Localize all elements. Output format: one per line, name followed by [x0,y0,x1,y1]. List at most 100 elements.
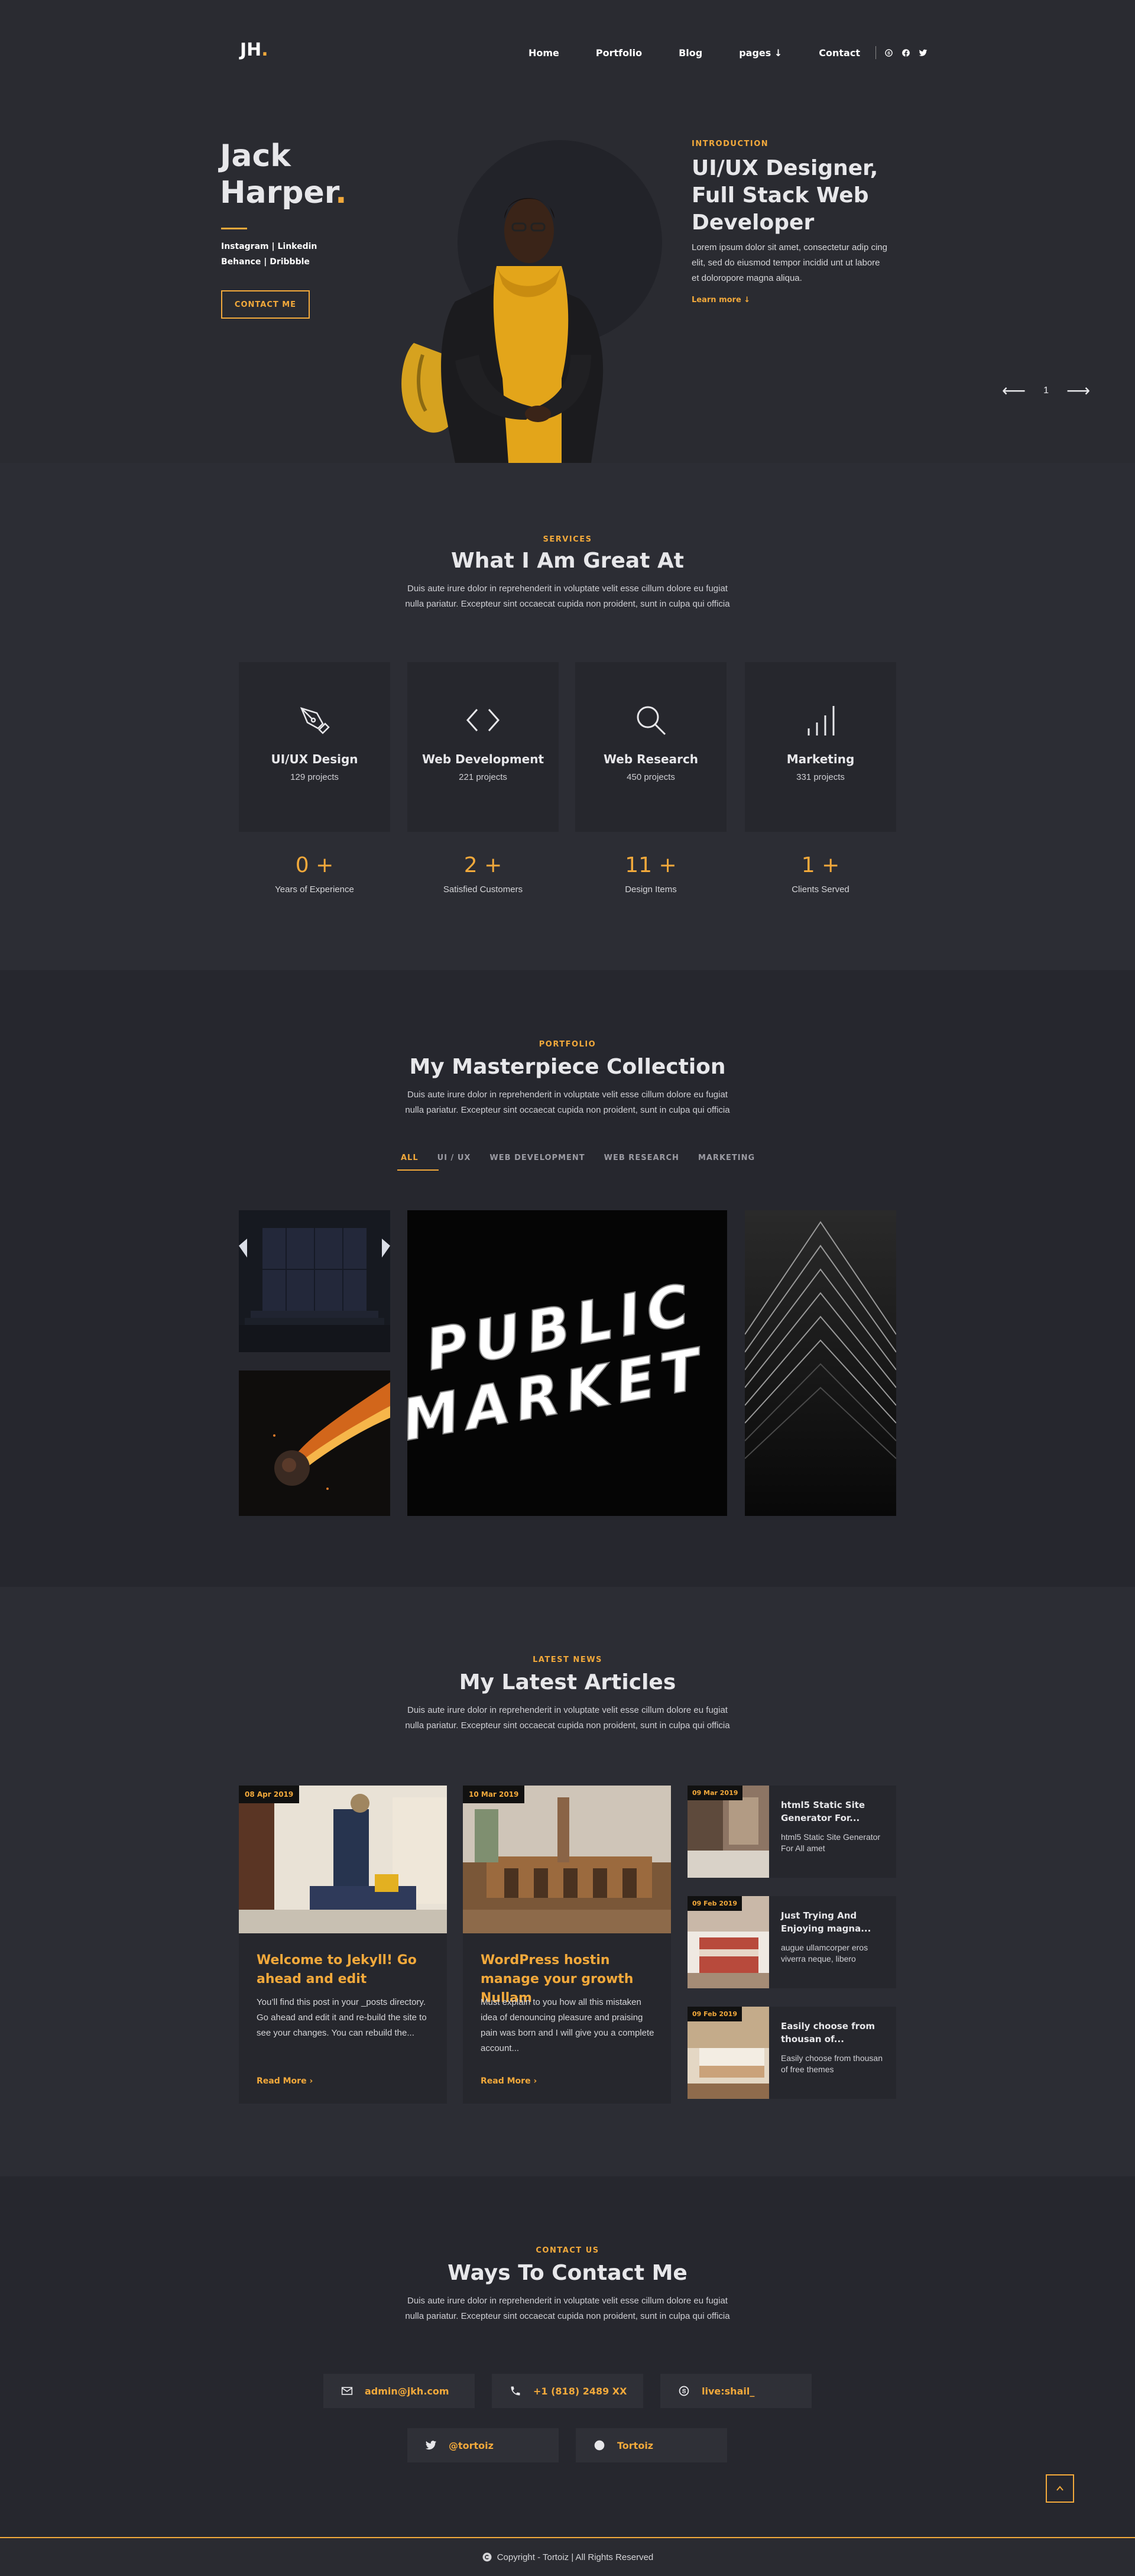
post-card[interactable]: 08 Apr 2019 Welcome to Jekyll! Go ahead … [239,1786,447,2104]
slider-page-number: 1 [1043,385,1049,396]
stat-label: Design Items [625,884,677,895]
slider-prev-arrow-icon[interactable]: ⟵ [1002,383,1026,399]
contact-twitter-button[interactable]: @tortoiz [407,2428,559,2462]
service-card-marketing[interactable]: Marketing 331 projects [745,662,896,832]
copyright-icon [482,2552,492,2562]
chevron-up-icon [1056,2486,1063,2491]
contact-kicker: CONTACT US [536,2246,599,2255]
read-more-link[interactable]: Read More › [481,2076,537,2086]
post-date-badge: 08 Apr 2019 [239,1786,300,1803]
mini-post-image: 09 Mar 2019 [688,1786,769,1878]
contact-phone-button[interactable]: +1 (818) 2489 XX [492,2374,643,2408]
envelope-icon [341,2387,353,2395]
portfolio-item-fire[interactable] [239,1370,390,1516]
hero-last-name: Harper [220,175,335,210]
mini-post-card[interactable]: 09 Feb 2019 Just Trying And Enjoying mag… [688,1896,896,1988]
contact-me-button[interactable]: CONTACT ME [221,290,310,319]
hero-links-line-2[interactable]: Behance | Dribbble [221,254,317,270]
read-more-link[interactable]: Read More › [257,2076,313,2086]
intro-title: UI/UX Designer, Full Stack Web Developer [692,156,878,235]
post-image: 10 Mar 2019 [463,1786,671,1933]
dribbble-icon [594,2440,605,2451]
nav-home[interactable]: Home [528,47,559,59]
service-card-uiux[interactable]: UI/UX Design 129 projects [239,662,390,832]
mini-post-date-badge: 09 Mar 2019 [688,1786,743,1800]
filter-uiux[interactable]: UI / UX [437,1153,471,1171]
hero-accent-line [221,228,247,229]
mini-post-title[interactable]: Just Trying And Enjoying magna... [781,1909,887,1935]
pages-caret-icon: ↓ [774,47,783,59]
contact-email-button[interactable]: admin@jkh.com [323,2374,475,2408]
scroll-to-top-button[interactable] [1046,2474,1074,2503]
filter-all[interactable]: ALL [397,1153,438,1171]
chevron-right-icon: › [533,2076,537,2086]
nav-portfolio[interactable]: Portfolio [596,47,642,59]
service-card-web-development[interactable]: Web Development 221 projects [407,662,559,832]
post-image: 08 Apr 2019 [239,1786,447,1933]
facebook-icon[interactable] [901,48,910,57]
hero-links-line-1[interactable]: Instagram | Linkedin [221,239,317,254]
learn-more-link[interactable]: Learn more ↓ [692,296,750,304]
building-image [745,1210,896,1516]
main-nav: Home Portfolio Blog pages ↓ Contact [528,44,928,61]
hero-social-links: Instagram | Linkedin Behance | Dribbble [221,239,317,270]
nav-contact[interactable]: Contact [819,47,860,59]
news-title: My Latest Articles [459,1670,676,1694]
filter-web-research[interactable]: WEB RESEARCH [604,1153,679,1171]
services-desc: Duis aute irure dolor in reprehenderit i… [405,584,730,609]
mini-post-excerpt: augue ullamcorper eros viverra neque, li… [781,1943,868,1963]
mini-post-excerpt: html5 Static Site Generator For All amet [781,1832,881,1853]
portfolio-item-corridor[interactable] [239,1210,390,1352]
nav-blog[interactable]: Blog [679,47,702,59]
stat-label: Satisfied Customers [443,884,523,895]
twitter-icon[interactable] [919,48,928,57]
mini-post-excerpt: Easily choose from thousan of free theme… [781,2053,883,2074]
stat-label: Years of Experience [275,884,354,895]
services-title: What I Am Great At [450,549,685,573]
mini-post-card[interactable]: 09 Feb 2019 Easily choose from thousan o… [688,2007,896,2099]
contact-dribbble-button[interactable]: Tortoiz [576,2428,727,2462]
pen-tool-icon [300,707,330,734]
mini-post-image: 09 Feb 2019 [688,1896,769,1988]
service-name: Web Development [421,752,544,766]
portfolio-kicker: PORTFOLIO [539,1040,596,1049]
post-title[interactable]: Welcome to Jekyll! Go ahead and edit [257,1951,434,1989]
contact-dribbble: Tortoiz [617,2439,654,2451]
hero-section: JH. Home Portfolio Blog pages ↓ Contact … [0,0,1135,463]
hero-name: Jack Harper. [220,138,347,210]
nav-social-links [884,48,928,57]
portfolio-item-building[interactable] [745,1210,896,1516]
contact-twitter: @tortoiz [449,2439,494,2451]
mini-post-title[interactable]: Easily choose from thousan of... [781,2020,887,2046]
post-excerpt: You’ll find this post in your _posts dir… [257,1997,427,2038]
stat-clients: 1 + Clients Served [745,853,896,895]
code-icon [466,709,500,731]
portfolio-filters: ALL UI / UX WEB DEVELOPMENT WEB RESEARCH… [397,1153,755,1171]
mini-post-title[interactable]: html5 Static Site Generator For... [781,1799,887,1825]
service-count: 331 projects [796,772,845,782]
mini-post-image: 09 Feb 2019 [688,2007,769,2099]
service-card-web-research[interactable]: Web Research 450 projects [575,662,727,832]
fire-image [239,1370,390,1516]
intro-text: Lorem ipsum dolor sit amet, consectetur … [692,242,887,283]
mini-post-card[interactable]: 09 Mar 2019 html5 Static Site Generator … [688,1786,896,1878]
post-date-badge: 10 Mar 2019 [463,1786,525,1803]
hero-portrait [401,198,604,463]
phone-icon [511,2386,520,2396]
contact-desc: Duis aute irure dolor in reprehenderit i… [405,2296,730,2321]
nav-pages[interactable]: pages ↓ [739,47,782,59]
filter-marketing[interactable]: MARKETING [698,1153,755,1171]
slider-next-arrow-icon[interactable]: ⟶ [1066,383,1090,399]
filter-web-development[interactable]: WEB DEVELOPMENT [489,1153,585,1171]
portfolio-item-public-market[interactable]: PUBLIC MARKET [407,1210,727,1516]
contact-title: Ways To Contact Me [447,2261,688,2285]
contact-section: CONTACT US Ways To Contact Me Duis aute … [0,2176,1135,2537]
site-logo[interactable]: JH. [240,40,268,60]
contact-skype: live:shail_ [702,2385,755,2397]
service-name: UI/UX Design [271,752,358,766]
post-card[interactable]: 10 Mar 2019 WordPress hostin manage your… [463,1786,671,2104]
service-count: 221 projects [459,772,507,782]
stat-years: 0 + Years of Experience [239,853,390,895]
contact-skype-button[interactable]: live:shail_ [660,2374,812,2408]
skype-icon[interactable] [884,48,893,57]
